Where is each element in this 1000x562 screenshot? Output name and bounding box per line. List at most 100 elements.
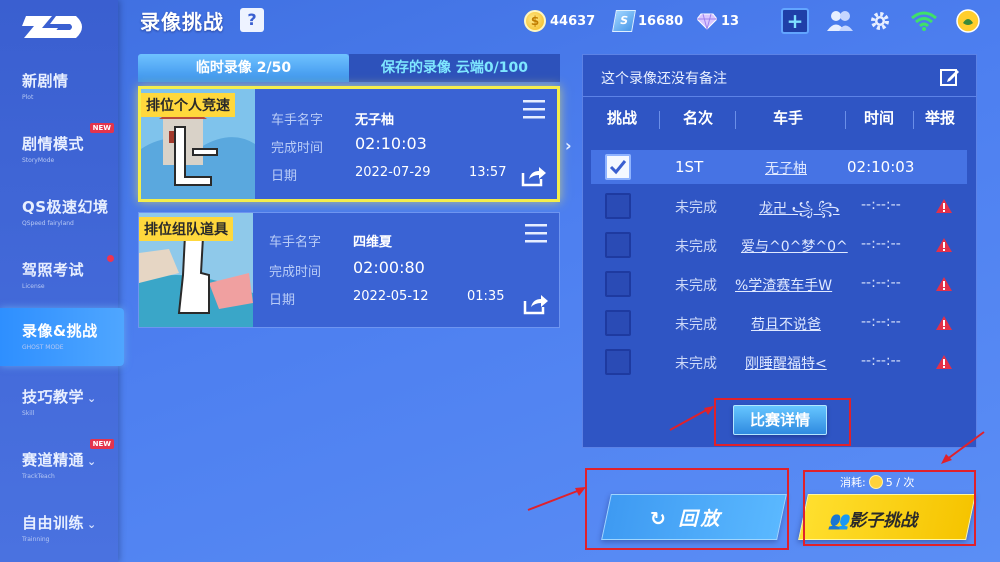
warning-icon[interactable] <box>935 198 953 214</box>
recording-detail-panel: 这个录像还没有备注 挑战 名次 车手 时间 举报 1ST 无子柚 02:10:0… <box>582 54 977 448</box>
racer-label: 车手名字 <box>271 113 324 128</box>
new-badge: NEW <box>89 123 114 133</box>
recording-card-2[interactable]: 排位组队道具 车手名字 四维夏 完成时间 02:00:80 日期 2022-05… <box>138 212 560 328</box>
sidebar-item-skill[interactable]: 技巧教学 ⌄ Skill <box>0 374 118 432</box>
edit-icon[interactable] <box>940 67 960 87</box>
race-type-tag: 排位个人竞速 <box>141 93 235 117</box>
challenge-checkbox[interactable] <box>605 232 631 258</box>
sidebar-item-sublabel: GHOST MODE <box>22 344 64 351</box>
sidebar-item-free-training[interactable]: 自由训练 ⌄ Trainning <box>0 500 118 558</box>
arrow-icon <box>941 431 985 464</box>
page-title: 录像挑战 <box>140 10 224 34</box>
sidebar-item-sublabel: Plot <box>22 94 34 101</box>
racer-label: 车手名字 <box>269 235 322 250</box>
chevron-right-icon: › <box>565 136 572 155</box>
tab-saved-recordings[interactable]: 保存的录像 云端0/100 <box>349 54 560 82</box>
table-row[interactable]: 未完成 苟且不说爸 --:--:-- <box>591 306 967 340</box>
gear-icon[interactable] <box>866 8 894 34</box>
table-row[interactable]: 1ST 无子柚 02:10:03 <box>591 150 967 184</box>
column-time: 时间 <box>864 109 895 127</box>
racer-link[interactable]: 刚睡醒福特< <box>745 353 827 373</box>
rank-value: 未完成 <box>675 356 717 372</box>
sidebar-item-sublabel: Skill <box>22 410 35 417</box>
race-time: --:--:-- <box>861 197 901 213</box>
card-value: 16680 <box>638 13 684 29</box>
sidebar-item-new-story[interactable]: 新剧情 Plot <box>0 58 118 116</box>
new-badge: NEW <box>89 439 114 449</box>
racer-link[interactable]: 无子柚 <box>765 158 807 178</box>
record-date: 2022-07-29 <box>355 165 431 180</box>
add-currency-button[interactable]: + <box>781 8 809 34</box>
column-rank: 名次 <box>683 109 714 127</box>
friends-icon[interactable] <box>826 8 854 34</box>
gem-value: 13 <box>721 13 740 29</box>
coin-icon: $ <box>524 10 546 32</box>
racer-link[interactable]: 苟且不说爸 <box>751 314 821 334</box>
rank-value: 未完成 <box>675 239 717 255</box>
note-bar: 这个录像还没有备注 <box>583 55 976 97</box>
table-row[interactable]: 未完成 %学渣赛车手W --:--:-- <box>591 267 967 301</box>
help-button[interactable]: ? <box>240 8 264 32</box>
wifi-icon <box>910 8 938 34</box>
rank-value: 未完成 <box>675 278 717 294</box>
rank-value: 未完成 <box>675 200 717 216</box>
sidebar-item-license[interactable]: 驾照考试 License <box>0 247 118 305</box>
menu-icon[interactable] <box>525 223 547 243</box>
column-divider <box>913 111 914 129</box>
menu-icon[interactable] <box>523 99 545 119</box>
sidebar-item-label: 赛道精通 <box>22 451 85 469</box>
sidebar-item-label: 剧情模式 <box>22 135 85 153</box>
coin-balance: $ 44637 <box>524 10 595 32</box>
racer-link[interactable]: 爱与^0^梦^0^ <box>741 236 848 256</box>
column-divider <box>845 111 846 129</box>
challenge-checkbox[interactable] <box>605 193 631 219</box>
sidebar-item-sublabel: StoryMode <box>22 157 55 164</box>
warning-icon[interactable] <box>935 276 953 292</box>
card-balance: S 16680 <box>612 10 684 32</box>
chevron-down-icon: ⌄ <box>87 518 97 531</box>
challenge-checkbox[interactable] <box>605 271 631 297</box>
warning-icon[interactable] <box>935 315 953 331</box>
race-time: --:--:-- <box>861 314 901 330</box>
highlight-box <box>803 470 976 546</box>
recording-note: 这个录像还没有备注 <box>601 71 727 87</box>
table-row[interactable]: 未完成 爱与^0^梦^0^ --:--:-- <box>591 228 967 262</box>
race-time: 02:10:03 <box>847 158 915 176</box>
chevron-down-icon: ⌄ <box>87 392 97 405</box>
finish-label: 完成时间 <box>269 265 322 280</box>
warning-icon[interactable] <box>935 237 953 253</box>
racer-link[interactable]: %学渣赛车手W <box>735 275 832 295</box>
record-date: 2022-05-12 <box>353 289 429 304</box>
record-time: 01:35 <box>467 289 505 304</box>
sidebar-item-ghost-mode[interactable]: 录像&挑战 GHOST MODE <box>0 308 124 366</box>
avatar[interactable] <box>954 8 982 34</box>
challenge-checkbox[interactable] <box>605 349 631 375</box>
sidebar-item-sublabel: QSpeed fairyland <box>22 220 74 227</box>
recording-card-1[interactable]: 排位个人竞速 车手名字 无子柚 完成时间 02:10:03 日期 2022-07… <box>138 86 560 202</box>
racer-name: 四维夏 <box>353 235 393 250</box>
sidebar-item-story-mode[interactable]: NEW 剧情模式 StoryMode <box>0 121 118 179</box>
sidebar-item-label: 新剧情 <box>22 72 69 90</box>
sidebar-item-label: 自由训练 <box>22 514 85 532</box>
date-label: 日期 <box>269 293 296 308</box>
share-icon[interactable] <box>521 165 547 187</box>
rank-value: 未完成 <box>675 317 717 333</box>
sidebar-item-qs-fairyland[interactable]: QS极速幻境 QSpeed fairyland <box>0 184 118 242</box>
sidebar: 新剧情 Plot NEW 剧情模式 StoryMode QS极速幻境 QSpee… <box>0 0 124 562</box>
warning-icon[interactable] <box>935 354 953 370</box>
race-time: --:--:-- <box>861 353 901 369</box>
racer-link[interactable]: 龙卍 ꧁ ꧂ <box>759 197 840 226</box>
challenge-checkbox[interactable] <box>605 154 631 180</box>
table-row[interactable]: 未完成 龙卍 ꧁ ꧂ --:--:-- <box>591 189 967 223</box>
sidebar-item-sublabel: Trainning <box>22 536 50 543</box>
race-time: --:--:-- <box>861 275 901 291</box>
game-logo-icon <box>22 16 82 38</box>
sidebar-item-sublabel: License <box>22 283 45 290</box>
challenge-checkbox[interactable] <box>605 310 631 336</box>
tab-temp-recordings[interactable]: 临时录像 2/50 <box>138 54 349 82</box>
sidebar-item-track-teach[interactable]: NEW 赛道精通 ⌄ TrackTeach <box>0 437 118 495</box>
arrow-icon <box>669 406 714 431</box>
table-row[interactable]: 未完成 刚睡醒福特< --:--:-- <box>591 345 967 379</box>
finish-time: 02:10:03 <box>355 134 427 153</box>
share-icon[interactable] <box>523 293 549 315</box>
